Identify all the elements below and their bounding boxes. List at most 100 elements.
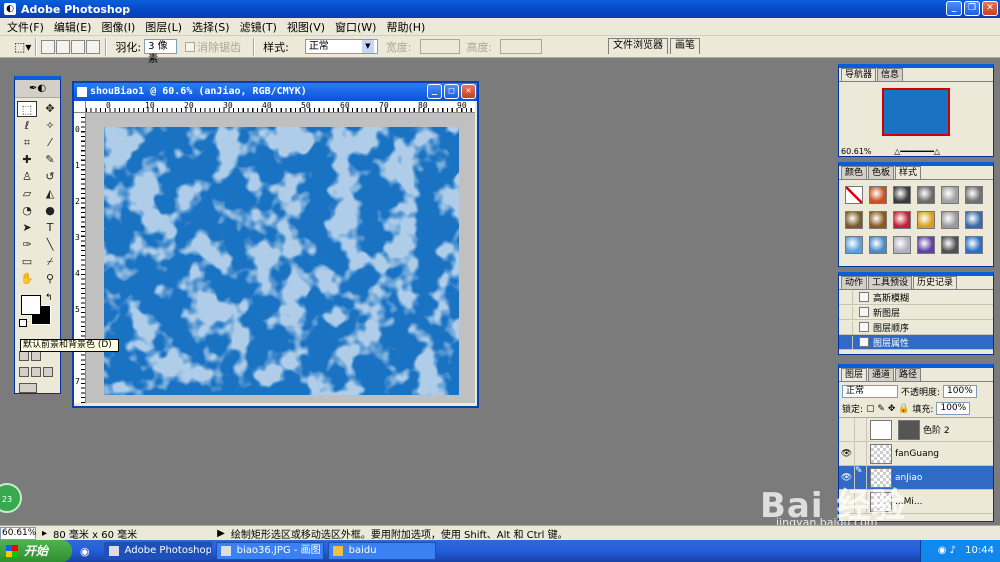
tab-color[interactable]: 颜色 <box>841 166 868 179</box>
notes-tool-icon[interactable]: ▭ <box>17 254 37 270</box>
start-button[interactable]: 开始 <box>0 540 72 562</box>
width-input[interactable] <box>419 39 460 54</box>
marquee-tool-icon[interactable]: ⬚ <box>17 101 37 117</box>
style-swatch[interactable] <box>869 211 887 229</box>
new-selection-icon[interactable] <box>41 39 56 54</box>
quicklaunch-ie-icon[interactable]: ◉ <box>80 545 90 558</box>
clock[interactable]: 10:44 <box>965 545 994 556</box>
zoom-tool-icon[interactable]: ⚲ <box>40 271 60 287</box>
style-swatch[interactable] <box>845 236 863 254</box>
style-select[interactable]: 正常 ▼ <box>304 39 378 54</box>
brush-tool-icon[interactable]: ✎ <box>40 152 60 168</box>
taskbar-item-photoshop[interactable]: Adobe Photoshop <box>103 542 212 560</box>
line-tool-icon[interactable]: ╲ <box>40 237 60 253</box>
eye-icon[interactable]: 👁 <box>839 441 855 466</box>
hand-tool-icon[interactable]: ✋ <box>17 271 37 287</box>
healing-brush-icon[interactable]: ✚ <box>17 152 37 168</box>
history-item[interactable]: 图层顺序 <box>839 320 993 335</box>
layer-row[interactable]: 👁 fanGuang <box>839 441 993 466</box>
tab-layers[interactable]: 图层 <box>841 368 868 381</box>
jump-to-imageready-icon[interactable] <box>19 383 37 393</box>
fill-input[interactable]: 100% <box>936 402 971 415</box>
menu-layer[interactable]: 图层(L) <box>140 19 187 35</box>
menu-image[interactable]: 图像(I) <box>96 19 140 35</box>
screen-mode-full-icon[interactable] <box>43 367 53 377</box>
tab-actions[interactable]: 动作 <box>841 276 868 289</box>
magic-wand-icon[interactable]: ✧ <box>40 118 60 134</box>
restore-button[interactable]: ❐ <box>964 1 980 16</box>
swap-colors-icon[interactable]: ↰ <box>45 293 53 303</box>
style-swatch[interactable] <box>965 211 983 229</box>
tray-icons[interactable]: ◉ ♪ <box>938 545 956 556</box>
paint-bucket-icon[interactable]: ◭ <box>40 186 60 202</box>
tab-navigator[interactable]: 导航器 <box>841 68 877 81</box>
taskbar-item-paint[interactable]: biao36.JPG - 画图 <box>215 542 324 560</box>
history-brush-icon[interactable]: ↺ <box>40 169 60 185</box>
layer-link-toggle[interactable] <box>855 417 867 442</box>
blend-mode-select[interactable]: 正常 <box>842 384 898 398</box>
style-swatch[interactable] <box>941 186 959 204</box>
history-item-active[interactable]: 图层属性 <box>839 335 993 350</box>
pen-tool-icon[interactable]: ✑ <box>17 237 37 253</box>
style-swatch[interactable] <box>869 236 887 254</box>
lock-icons[interactable]: ▢ ✎ ✥ 🔒 <box>866 404 909 414</box>
add-selection-icon[interactable] <box>56 39 71 54</box>
close-button[interactable]: ✕ <box>982 1 998 16</box>
navigator-zoom-value[interactable]: 60.61% <box>841 147 872 156</box>
style-swatch[interactable] <box>965 236 983 254</box>
style-swatch[interactable] <box>845 186 863 204</box>
minimize-button[interactable]: _ <box>946 1 962 16</box>
doc-minimize-button[interactable]: _ <box>427 84 442 99</box>
style-swatch[interactable] <box>941 211 959 229</box>
tab-styles[interactable]: 样式 <box>895 166 922 179</box>
style-swatch[interactable] <box>845 211 863 229</box>
lasso-tool-icon[interactable]: ℓ <box>17 118 37 134</box>
style-swatch[interactable] <box>917 186 935 204</box>
doc-close-button[interactable]: ✕ <box>461 84 476 99</box>
style-swatch[interactable] <box>917 211 935 229</box>
document-titlebar[interactable]: shouBiao1 @ 60.6% (anJiao, RGB/CMYK) _ □… <box>74 83 477 101</box>
path-select-icon[interactable]: ➤ <box>17 220 37 236</box>
style-swatch[interactable] <box>893 186 911 204</box>
navigator-thumbnail[interactable] <box>882 88 950 136</box>
taskbar-item-baidu[interactable]: baidu <box>327 542 436 560</box>
status-zoom-input[interactable]: 60.61% <box>0 526 36 540</box>
crop-tool-icon[interactable]: ⌗ <box>17 135 37 151</box>
tab-info[interactable]: 信息 <box>877 68 904 81</box>
standard-mode-icon[interactable] <box>19 351 29 361</box>
clone-stamp-icon[interactable]: ♙ <box>17 169 37 185</box>
eyedropper-icon[interactable]: ⌿ <box>40 254 60 270</box>
screen-mode-standard-icon[interactable] <box>19 367 29 377</box>
water-texture-image[interactable] <box>104 127 459 395</box>
style-swatch[interactable] <box>917 236 935 254</box>
antialias-checkbox[interactable] <box>185 41 196 52</box>
screen-mode-full-menu-icon[interactable] <box>31 367 41 377</box>
tab-history[interactable]: 历史记录 <box>913 276 958 289</box>
foreground-color-swatch[interactable] <box>21 295 41 315</box>
eraser-tool-icon[interactable]: ▱ <box>17 186 37 202</box>
style-swatch[interactable] <box>869 186 887 204</box>
feather-input[interactable]: 3 像素 <box>144 39 178 65</box>
canvas-area[interactable] <box>86 113 475 403</box>
adobe-feather-icon[interactable]: ✒◐ <box>15 80 60 98</box>
file-browser-tab[interactable]: 文件浏览器 <box>608 38 668 54</box>
opacity-input[interactable]: 100% <box>943 384 977 398</box>
style-swatch[interactable] <box>941 236 959 254</box>
menu-help[interactable]: 帮助(H) <box>381 19 430 35</box>
menu-window[interactable]: 窗口(W) <box>330 19 381 35</box>
style-swatch[interactable] <box>965 186 983 204</box>
tab-channels[interactable]: 通道 <box>868 368 895 381</box>
layer-row[interactable]: 色阶 2 <box>839 417 993 442</box>
blur-tool-icon[interactable]: ◔ <box>17 203 37 219</box>
intersect-selection-icon[interactable] <box>86 39 101 54</box>
style-swatch[interactable] <box>893 236 911 254</box>
style-swatch[interactable] <box>893 211 911 229</box>
move-tool-icon[interactable]: ✥ <box>40 101 60 117</box>
layer-link-toggle[interactable] <box>855 441 867 466</box>
zoom-slider-icon[interactable]: △━━━━━━━△ <box>894 147 940 156</box>
history-item[interactable]: 高斯模糊 <box>839 290 993 305</box>
default-colors-icon[interactable] <box>19 319 27 327</box>
dodge-tool-icon[interactable]: ● <box>40 203 60 219</box>
menu-file[interactable]: 文件(F) <box>2 19 49 35</box>
brushes-tab[interactable]: 画笔 <box>670 38 700 54</box>
